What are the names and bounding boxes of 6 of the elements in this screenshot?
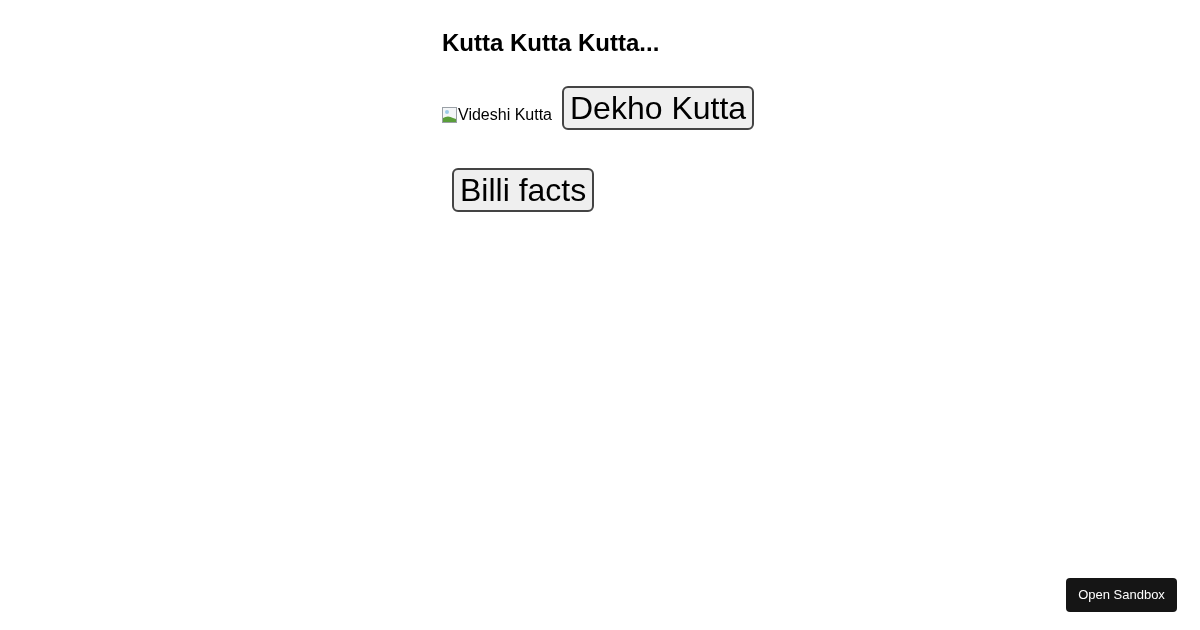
billi-facts-button[interactable]: Billi facts [452,168,595,212]
open-sandbox-button[interactable]: Open Sandbox [1066,578,1177,612]
broken-image-icon [442,107,458,123]
page-heading: Kutta Kutta Kutta... [442,28,660,58]
dekho-kutta-button[interactable]: Dekho Kutta [562,86,755,130]
image-alt-text: Videshi Kutta [458,106,552,124]
